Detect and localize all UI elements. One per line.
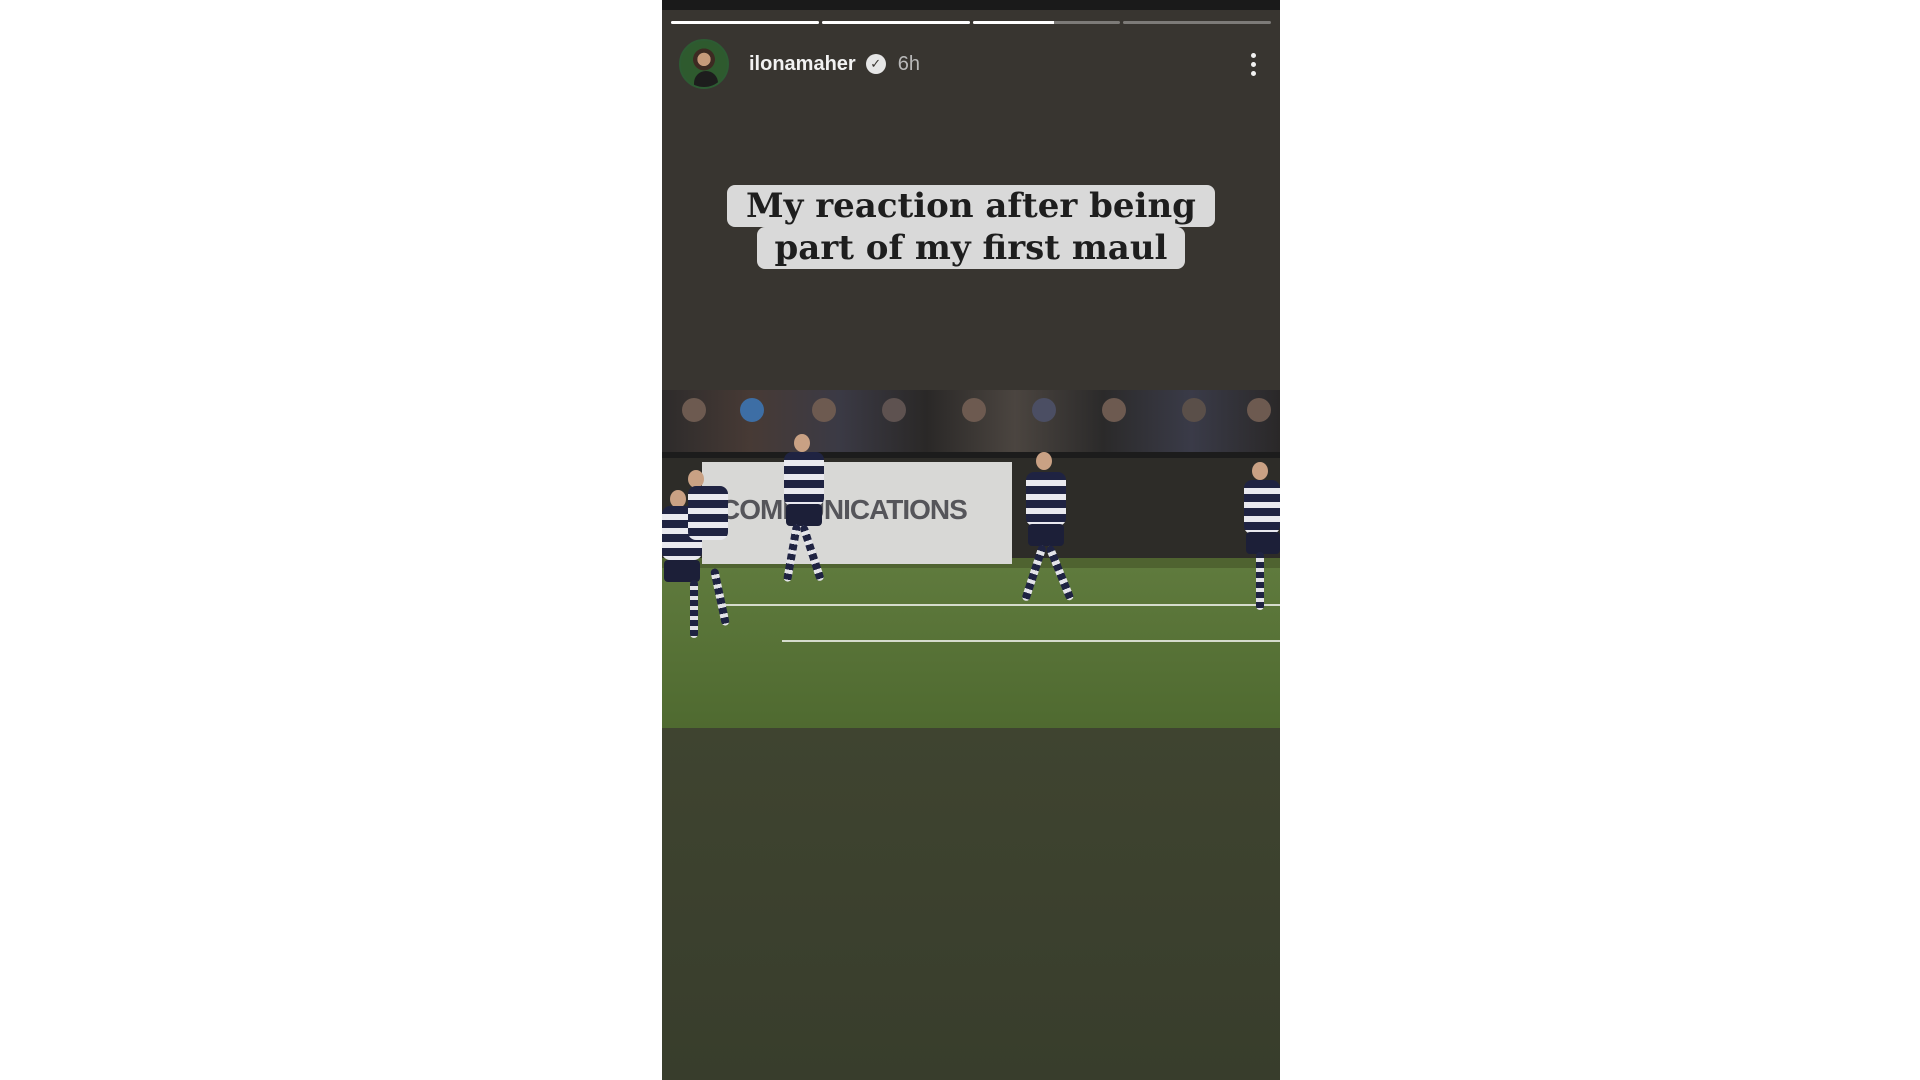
crowd <box>662 390 1280 454</box>
crowd-member <box>1032 398 1056 422</box>
crowd-member <box>740 398 764 422</box>
progress-segment <box>671 21 819 24</box>
story-video[interactable]: COMMUNICATIONS <box>662 390 1280 728</box>
hoarding-text: COMMUNICATIONS <box>720 494 968 525</box>
progress-fill <box>972 21 1054 24</box>
progress-segment <box>821 21 970 24</box>
story-background-bottom <box>662 728 1280 1080</box>
pitch <box>662 568 1280 728</box>
crowd-member <box>1102 398 1126 422</box>
story-progress-bars <box>671 21 1271 24</box>
crowd-member <box>812 398 836 422</box>
verified-badge-icon: ✓ <box>865 54 886 74</box>
more-dot <box>1250 70 1256 76</box>
more-dot <box>1250 61 1256 67</box>
username[interactable]: ilonamaher <box>749 53 856 76</box>
story-caption: My reaction after being part of my first… <box>662 185 1280 269</box>
more-dot <box>1250 52 1256 58</box>
post-time: 6h <box>897 52 920 75</box>
more-options-icon[interactable] <box>1243 49 1263 79</box>
story-viewer[interactable]: ilonamaher ✓ 6h My reaction after being … <box>662 0 1280 1080</box>
crowd-member <box>882 398 906 422</box>
crowd-member <box>1247 398 1271 422</box>
crowd-member <box>682 398 706 422</box>
avatar[interactable] <box>679 39 729 89</box>
story-header: ilonamaher ✓ 6h <box>679 38 1263 90</box>
player <box>1238 462 1280 662</box>
progress-segment <box>972 21 1121 24</box>
crowd-member <box>962 398 986 422</box>
player <box>662 470 742 720</box>
progress-fill <box>671 21 819 24</box>
top-strip <box>662 0 1280 10</box>
caption-line: part of my first maul <box>756 227 1186 269</box>
player <box>1012 452 1082 672</box>
caption-line: My reaction after being <box>727 185 1215 227</box>
crowd-member <box>1182 398 1206 422</box>
progress-segment <box>1123 21 1271 24</box>
progress-fill <box>821 21 970 24</box>
player <box>770 434 830 644</box>
